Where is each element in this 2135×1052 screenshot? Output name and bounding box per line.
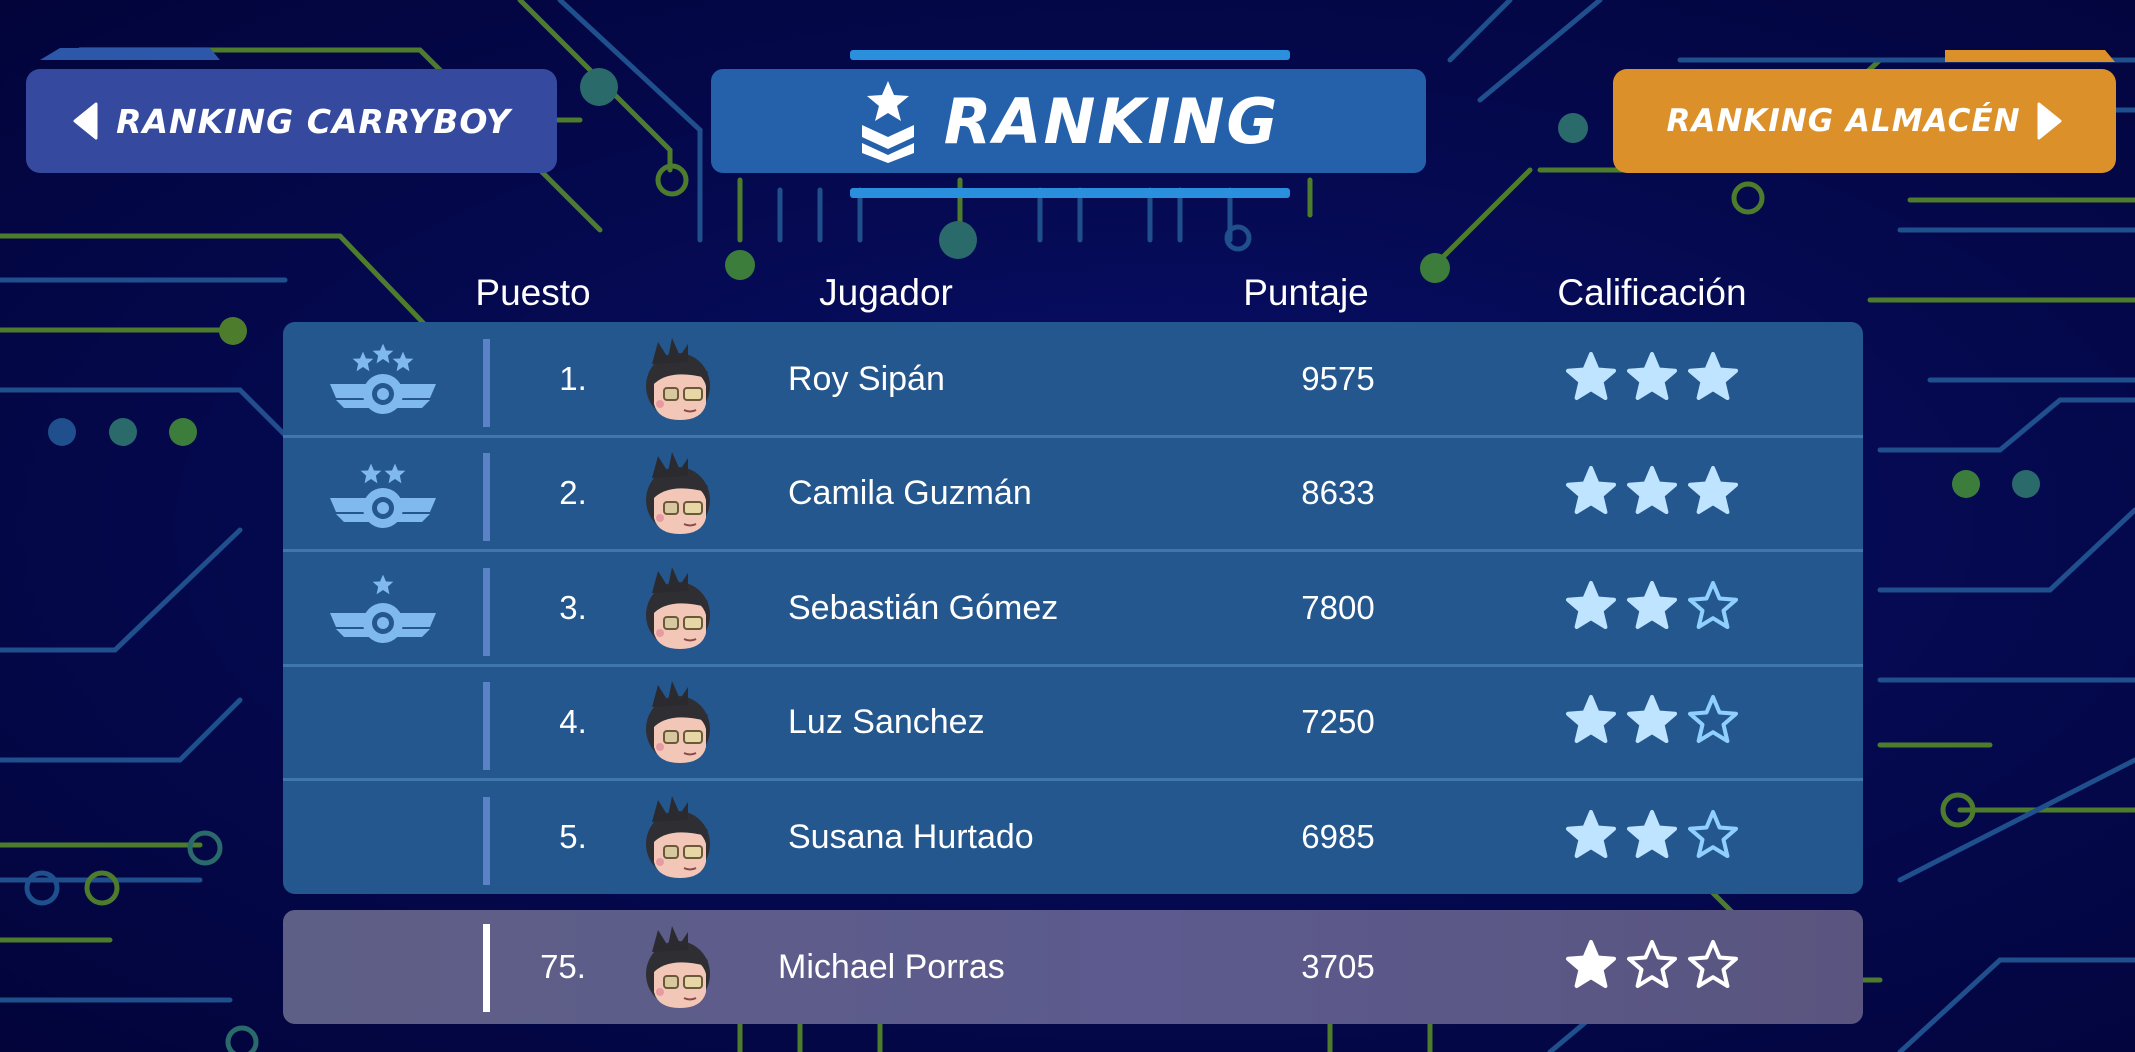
winged-medal-icon xyxy=(330,464,436,529)
star-filled-icon xyxy=(1627,466,1677,515)
player-avatar xyxy=(646,795,710,878)
row-divider-bar xyxy=(483,796,490,885)
player-rating xyxy=(1563,693,1753,753)
player-avatar xyxy=(646,338,710,420)
player-position: 5. xyxy=(559,817,587,855)
row-divider-bar xyxy=(483,924,490,1012)
player-avatar xyxy=(646,926,710,1008)
row-divider-bar xyxy=(483,453,490,542)
rank-chevron-star-icon xyxy=(861,81,914,163)
ranking-row: 4. Luz Sanchez 7250 xyxy=(283,665,1863,779)
player-rating xyxy=(1563,350,1753,410)
star-filled-icon xyxy=(1688,466,1738,515)
player-rating xyxy=(1563,808,1753,868)
winged-medal-icon xyxy=(330,343,436,414)
player-position: 1. xyxy=(559,360,587,397)
player-avatar xyxy=(646,681,710,764)
player-score: 6985 xyxy=(1301,817,1375,855)
row-divider-bar xyxy=(483,567,490,656)
player-position: 2. xyxy=(559,474,587,512)
player-name: Sebastián Gómez xyxy=(788,588,1059,627)
player-position: 4. xyxy=(559,703,587,741)
star-filled-icon xyxy=(1627,352,1677,400)
column-header-position: Puesto xyxy=(475,272,591,313)
ranking-almacen-button[interactable]: RANKING ALMACÉN xyxy=(1613,69,2116,173)
star-filled-icon xyxy=(1566,809,1616,858)
player-score: 8633 xyxy=(1301,474,1375,512)
ranking-table: 1. Roy Sipán 9575 2. Camila Guzmán 8633 3. Seba… xyxy=(283,322,1863,894)
player-position: 3. xyxy=(559,588,587,626)
ranking-almacen-label: RANKING ALMACÉN xyxy=(1666,103,2021,139)
star-filled-icon xyxy=(1566,940,1616,988)
player-avatar xyxy=(646,566,710,649)
player-rating xyxy=(1563,579,1753,639)
ranking-carryboy-label: RANKING CARRYBOY xyxy=(116,101,511,141)
star-filled-icon xyxy=(1627,809,1677,858)
player-name: Michael Porras xyxy=(778,948,1005,986)
star-empty-icon xyxy=(1688,695,1738,744)
player-name: Susana Hurtado xyxy=(788,817,1034,856)
ranking-screen: RANKING CARRYBOY RANKING RANKING ALMACÉN… xyxy=(0,0,2135,1052)
star-filled-icon xyxy=(1566,466,1616,515)
row-divider-bar xyxy=(483,339,490,427)
ranking-carryboy-button[interactable]: RANKING CARRYBOY xyxy=(26,69,557,173)
player-score: 7250 xyxy=(1301,703,1375,741)
player-name: Roy Sipán xyxy=(788,360,945,398)
star-empty-icon xyxy=(1688,940,1738,988)
ranking-row: 3. Sebastián Gómez 7800 xyxy=(283,551,1863,665)
player-position: 75. xyxy=(540,948,586,985)
column-header-score: Puntaje xyxy=(1243,272,1369,313)
title-banner: RANKING xyxy=(711,69,1426,173)
star-filled-icon xyxy=(1566,695,1616,744)
player-name: Camila Guzmán xyxy=(788,474,1032,513)
star-filled-icon xyxy=(1627,695,1677,744)
star-empty-icon xyxy=(1627,940,1677,988)
banner-top-deco xyxy=(850,50,1290,60)
player-rating xyxy=(1563,464,1753,524)
player-name: Luz Sanchez xyxy=(788,703,985,742)
player-score: 3705 xyxy=(1301,948,1375,985)
page-title: RANKING xyxy=(943,84,1280,158)
current-player-row: 75. Michael Porras 3705 xyxy=(283,910,1863,1024)
star-filled-icon xyxy=(1566,352,1616,400)
column-header-player: Jugador xyxy=(819,272,953,313)
ranking-row: 2. Camila Guzmán 8633 xyxy=(283,436,1863,550)
player-rating xyxy=(1563,938,1753,998)
star-empty-icon xyxy=(1688,809,1738,858)
player-score: 7800 xyxy=(1301,588,1375,626)
banner-bottom-deco xyxy=(850,188,1290,198)
ranking-row: 1. Roy Sipán 9575 xyxy=(283,322,1863,436)
triangle-right-icon xyxy=(2037,102,2062,140)
star-filled-icon xyxy=(1627,580,1677,629)
column-header-rating: Calificación xyxy=(1557,272,1747,313)
row-divider-bar xyxy=(483,682,490,771)
star-filled-icon xyxy=(1566,580,1616,629)
triangle-left-icon xyxy=(73,102,98,140)
ranking-row: 5. Susana Hurtado 6985 xyxy=(283,780,1863,894)
winged-medal-icon xyxy=(330,574,436,643)
player-avatar xyxy=(646,452,710,535)
star-empty-icon xyxy=(1688,580,1738,629)
star-filled-icon xyxy=(1688,352,1738,400)
player-score: 9575 xyxy=(1301,360,1375,397)
